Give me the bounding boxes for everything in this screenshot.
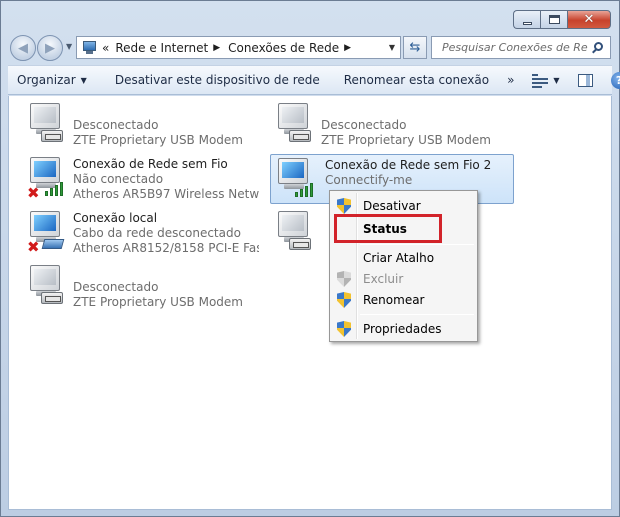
connection-status: Desconectado <box>73 118 159 132</box>
view-details-icon <box>532 73 549 88</box>
address-bar[interactable]: « Rede e Internet ▶ Conexões de Rede ▶ ▼ <box>76 36 401 59</box>
explorer-window: ✕ ◀ ▶ ▼ « Rede e Internet ▶ Conexões de … <box>0 0 620 517</box>
change-view-button[interactable]: ▼ <box>523 66 568 94</box>
recent-pages-dropdown[interactable]: ▼ <box>66 42 72 51</box>
status-highlight-box <box>334 214 442 243</box>
maximize-button[interactable] <box>540 10 567 29</box>
forward-button[interactable]: ▶ <box>37 35 63 61</box>
preview-pane-icon <box>577 73 593 87</box>
lan-connection-icon: ✖ <box>17 208 73 256</box>
modem-connection-icon <box>265 208 321 256</box>
shield-icon <box>337 292 351 308</box>
connection-item-wireless[interactable]: ✖ Conexão de Rede sem Fio Não conectado … <box>17 154 259 204</box>
connection-name <box>321 103 507 118</box>
breadcrumb-conexoes-de-rede[interactable]: Conexões de Rede <box>228 41 339 55</box>
menu-item-excluir: Excluir <box>332 268 475 290</box>
chevron-down-icon: ▼ <box>553 75 560 85</box>
chevron-down-icon: ▼ <box>80 75 87 85</box>
connection-device: Atheros AR5B97 Wireless Network... <box>73 187 259 201</box>
address-prefix[interactable]: « <box>102 41 109 55</box>
arrow-left-icon: ◀ <box>18 40 28 56</box>
connection-item-modem-4[interactable]: Desconectado ZTE Proprietary USB Modem <box>17 262 259 312</box>
connection-item-modem-1[interactable]: Desconectado ZTE Proprietary USB Modem <box>17 100 259 150</box>
signal-bars-icon <box>295 181 317 197</box>
menu-item-criar-atalho[interactable]: Criar Atalho <box>332 247 475 269</box>
network-folder-icon <box>81 40 99 56</box>
connection-name <box>73 103 259 118</box>
maximize-icon <box>548 15 560 24</box>
connection-item-modem-3[interactable] <box>265 208 335 258</box>
minimize-icon <box>522 21 532 25</box>
shield-icon <box>337 321 351 337</box>
command-bar: Organizar ▼ Desativar este dispositivo d… <box>8 65 620 95</box>
search-box[interactable] <box>431 36 611 59</box>
shield-icon <box>337 198 351 214</box>
help-button[interactable]: ? <box>602 66 620 94</box>
menu-label: Propriedades <box>363 322 442 336</box>
address-dropdown-icon[interactable]: ▼ <box>389 43 395 52</box>
connection-name <box>73 265 259 280</box>
refresh-button[interactable]: ⇆ <box>403 36 427 59</box>
breadcrumb-rede-e-internet[interactable]: Rede e Internet <box>115 41 208 55</box>
breadcrumb-separator[interactable]: ▶ <box>344 43 351 53</box>
menu-label: Criar Atalho <box>363 251 435 265</box>
modem-connection-icon <box>17 262 73 310</box>
menu-label: Desativar <box>363 199 421 213</box>
wireless-connection-icon <box>271 155 327 203</box>
red-x-icon: ✖ <box>27 238 40 256</box>
connection-device: ZTE Proprietary USB Modem <box>321 133 491 147</box>
connection-name: Conexão de Rede sem Fio <box>73 157 228 171</box>
modem-connection-icon <box>265 100 321 148</box>
connection-status: Desconectado <box>73 280 159 294</box>
search-input[interactable] <box>440 40 590 55</box>
connection-device: Atheros AR8152/8158 PCI-E Fast E... <box>73 241 259 255</box>
menu-label: Excluir <box>363 272 404 286</box>
rename-connection-button[interactable]: Renomear esta conexão <box>335 66 498 94</box>
rename-connection-label: Renomear esta conexão <box>343 73 490 87</box>
menu-separator <box>360 314 474 315</box>
disable-device-label: Desativar este dispositivo de rede <box>114 73 320 87</box>
menu-label: Renomear <box>363 293 425 307</box>
refresh-icon: ⇆ <box>409 40 421 55</box>
menu-item-renomear[interactable]: Renomear <box>332 289 475 311</box>
modem-connection-icon <box>17 100 73 148</box>
connection-item-modem-2[interactable]: Desconectado ZTE Proprietary USB Modem <box>265 100 507 150</box>
more-commands-label: » <box>507 73 515 87</box>
network-card-icon <box>41 239 65 249</box>
wireless-connection-icon: ✖ <box>17 154 73 202</box>
caption-buttons: ✕ <box>513 10 611 29</box>
close-icon: ✕ <box>583 12 595 27</box>
menu-separator <box>360 244 474 245</box>
red-x-icon: ✖ <box>27 184 40 202</box>
connection-item-local[interactable]: ✖ Conexão local Cabo da rede desconectad… <box>17 208 259 258</box>
connection-device: ZTE Proprietary USB Modem <box>73 295 243 309</box>
shield-icon <box>337 271 351 287</box>
signal-bars-icon <box>45 180 67 196</box>
connection-status: Connectify-me <box>325 173 413 187</box>
connection-device: ZTE Proprietary USB Modem <box>73 133 243 147</box>
breadcrumb-separator[interactable]: ▶ <box>213 43 220 53</box>
connection-status: Cabo da rede desconectado <box>73 226 241 240</box>
organize-label: Organizar <box>17 73 76 87</box>
context-menu: Desativar Status Criar Atalho Excluir Re… <box>329 190 478 342</box>
organize-menu-button[interactable]: Organizar ▼ <box>8 66 96 94</box>
connection-status: Desconectado <box>321 118 407 132</box>
preview-pane-button[interactable] <box>569 66 602 94</box>
minimize-button[interactable] <box>513 10 540 29</box>
connection-name: Conexão de Rede sem Fio 2 <box>325 158 492 172</box>
more-commands-button[interactable]: » <box>498 66 523 94</box>
arrow-right-icon: ▶ <box>45 40 55 56</box>
back-button[interactable]: ◀ <box>10 35 36 61</box>
help-icon: ? <box>610 71 620 89</box>
connection-status: Não conectado <box>73 172 164 186</box>
menu-item-propriedades[interactable]: Propriedades <box>332 318 475 340</box>
connection-name: Conexão local <box>73 211 158 225</box>
search-icon[interactable] <box>592 41 604 54</box>
connections-list: Desconectado ZTE Proprietary USB Modem D… <box>8 96 612 510</box>
close-button[interactable]: ✕ <box>567 10 611 29</box>
disable-device-button[interactable]: Desativar este dispositivo de rede <box>106 66 329 94</box>
